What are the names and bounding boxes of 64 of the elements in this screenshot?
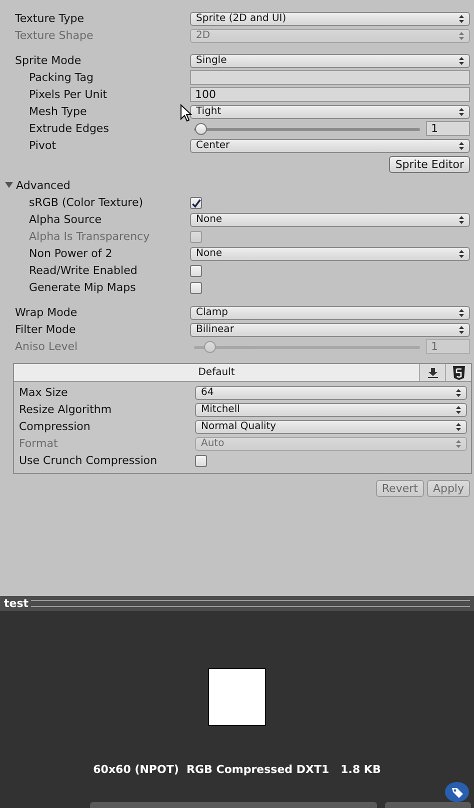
up-down-arrows-icon: [459, 14, 464, 22]
shield-icon[interactable]: [445, 364, 471, 381]
preview-title: test: [4, 597, 29, 610]
dropdown[interactable]: Clamp: [190, 306, 470, 320]
dropdown[interactable]: Center: [190, 138, 470, 152]
field-label: Pivot: [29, 139, 56, 152]
field-label: Resize Algorithm: [19, 403, 112, 416]
dropdown[interactable]: None: [190, 212, 470, 226]
up-down-arrows-icon: [459, 308, 464, 316]
field-label: Use Crunch Compression: [19, 454, 158, 467]
field-label: Texture Shape: [15, 29, 94, 42]
dropdown[interactable]: Tight: [190, 104, 470, 118]
field-label: Alpha Is Transparency: [29, 230, 150, 243]
field-label: Sprite Mode: [15, 54, 82, 67]
texture-info: 60x60 (NPOT) RGB Compressed DXT1 1.8 KB: [93, 763, 381, 776]
dropdown[interactable]: Bilinear: [190, 322, 470, 336]
field-label: Format: [19, 437, 58, 450]
dropdown[interactable]: Sprite (2D and UI): [190, 12, 470, 26]
checkbox[interactable]: [190, 264, 202, 276]
up-down-arrows-icon: [459, 56, 464, 64]
up-down-arrows-icon: [459, 326, 464, 334]
up-down-arrows-icon: [459, 216, 464, 224]
checkbox[interactable]: [190, 196, 202, 208]
dropdown[interactable]: Mitchell: [195, 402, 467, 416]
up-down-arrows-icon: [456, 388, 461, 396]
up-down-arrows-icon: [459, 142, 464, 150]
field-label: Filter Mode: [15, 323, 76, 336]
field-label: Alpha Source: [29, 213, 102, 226]
dropdown[interactable]: None: [190, 246, 470, 260]
field-label: Pixels Per Unit: [29, 88, 108, 101]
field-label: Aniso Level: [15, 340, 78, 353]
checkbox[interactable]: [190, 282, 202, 294]
field-label: Texture Type: [15, 12, 84, 25]
number-field[interactable]: 1: [426, 121, 470, 136]
texture-preview: [208, 668, 266, 726]
up-down-arrows-icon: [456, 440, 461, 448]
field-label: Extrude Edges: [29, 122, 109, 135]
tag-icon[interactable]: [445, 782, 469, 802]
up-down-arrows-icon: [459, 108, 464, 116]
input-field[interactable]: 100: [190, 87, 470, 102]
field-label: sRGB (Color Texture): [29, 196, 144, 209]
field-label: Generate Mip Maps: [29, 281, 136, 294]
field-label: Packing Tag: [29, 71, 94, 84]
dropdown[interactable]: Single: [190, 54, 470, 68]
foldout-triangle-icon[interactable]: [5, 181, 13, 189]
field-label: Compression: [19, 420, 90, 433]
field-label: Non Power of 2: [29, 247, 112, 260]
up-down-arrows-icon: [456, 406, 461, 414]
slider-handle[interactable]: [194, 122, 207, 134]
download-icon[interactable]: [419, 364, 445, 381]
mouse-cursor-icon: [180, 104, 192, 122]
field-label: Wrap Mode: [15, 306, 78, 319]
dropdown[interactable]: Normal Quality: [195, 420, 467, 434]
field-label: Read/Write Enabled: [29, 264, 138, 277]
up-down-arrows-icon: [459, 32, 464, 40]
field-label: Max Size: [19, 386, 68, 399]
sprite-editor-button[interactable]: Sprite Editor: [389, 156, 470, 173]
up-down-arrows-icon: [459, 250, 464, 258]
field-label: Mesh Type: [29, 105, 87, 118]
checkbox[interactable]: [195, 454, 207, 466]
up-down-arrows-icon: [456, 422, 461, 430]
input-field[interactable]: [190, 70, 470, 85]
section-header[interactable]: Advanced: [16, 178, 70, 192]
dropdown[interactable]: 64: [195, 386, 467, 400]
